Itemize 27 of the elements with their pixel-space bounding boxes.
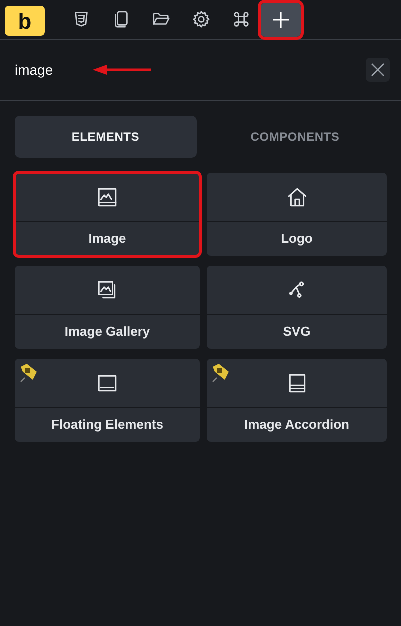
element-label: SVG [283,323,311,342]
accordion-icon [286,372,308,394]
tab[interactable]: COMPONENTS [204,116,386,158]
search-field[interactable]: image [15,60,54,80]
element-card[interactable]: Logo [207,173,387,256]
element-label: Logo [281,230,313,248]
panel-icon [97,372,118,394]
element-card[interactable]: Floating Elements [15,359,200,442]
element-label: Floating Elements [52,416,164,434]
tab[interactable]: ELEMENTS [15,116,196,158]
close-icon [371,63,385,77]
toolbar-button[interactable] [261,2,301,36]
element-label: Image [88,230,126,248]
command-icon [232,10,250,29]
logo-button[interactable]: b [5,6,45,36]
plus-icon [271,10,291,30]
element-card[interactable]: Image Accordion [207,359,387,442]
image-icon [97,186,118,208]
settings-icon [192,10,210,29]
element-card[interactable]: Image [15,173,200,256]
element-label: Image Gallery [64,323,150,342]
element-label: Image Accordion [244,416,350,434]
element-card[interactable]: Image Gallery [15,266,200,349]
gallery-icon [97,280,118,300]
close-button[interactable] [366,58,390,82]
element-card[interactable]: SVG [207,266,387,349]
house-icon [286,186,308,208]
